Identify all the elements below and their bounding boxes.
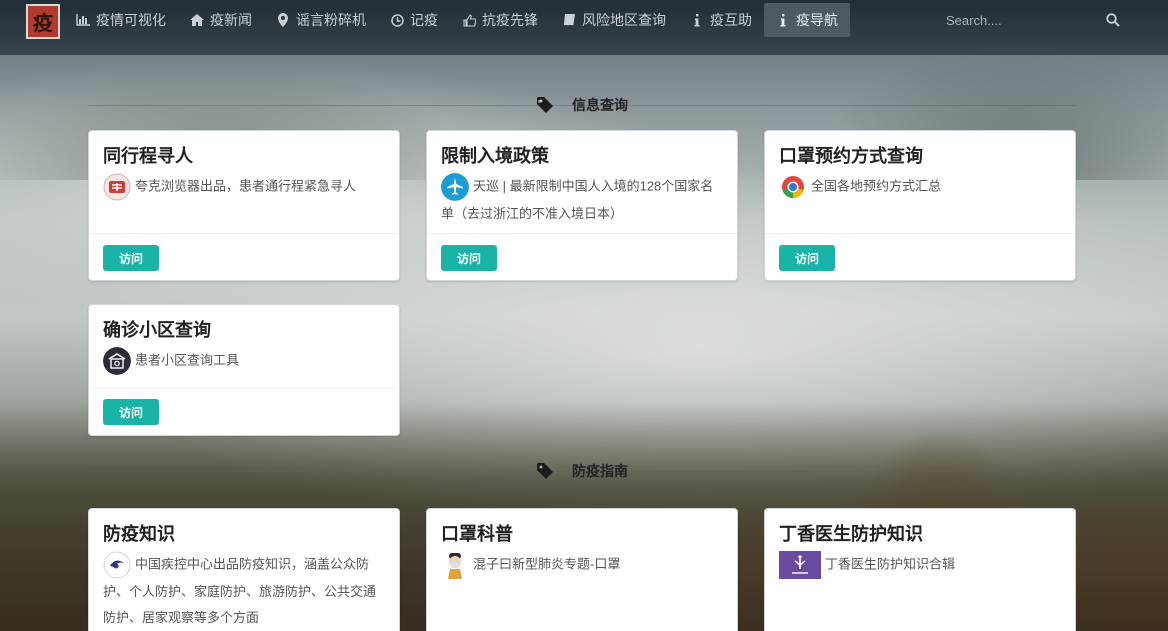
- card-divider: [89, 388, 399, 389]
- nav-item-record[interactable]: 记疫: [378, 3, 450, 37]
- card-description: 丁香医生防护知识合辑: [779, 551, 1061, 579]
- nav-item-news[interactable]: 疫新闻: [178, 3, 264, 37]
- card-desc-text: 夸克浏览器出品，患者通行程紧急寻人: [135, 178, 357, 194]
- section-title-label: 防疫指南: [572, 463, 628, 479]
- nav-label: 疫导航: [796, 13, 838, 29]
- card-desc-text: 混子曰新型肺炎专题-口罩: [473, 556, 621, 572]
- visit-button[interactable]: 访问: [103, 399, 159, 425]
- card-desc-text: 中国疾控中心出品防疫知识，涵盖公众防护、个人防护、家庭防护、旅游防护、公共交通防…: [103, 556, 377, 625]
- map-pin-icon: [276, 13, 290, 27]
- airplane-icon: [441, 173, 469, 201]
- xun-badge-icon: [103, 173, 131, 201]
- card-dxy-protection: 丁香医生防护知识 丁香医生防护知识合辑: [764, 508, 1076, 631]
- site-logo[interactable]: 疫: [26, 4, 60, 39]
- info-icon: [776, 13, 790, 27]
- cdc-logo-icon: [103, 551, 131, 579]
- clock-icon: [390, 13, 404, 27]
- nav-item-pioneer[interactable]: 抗疫先锋: [450, 3, 550, 37]
- top-navbar: 疫 疫情可视化 疫新闻 谣言粉碎机 记疫 抗疫先锋 风险地区查询 疫互助 疫导航…: [0, 0, 1168, 55]
- home-icon: [190, 14, 204, 26]
- nav-label: 疫情可视化: [96, 13, 166, 29]
- card-mask-science: 口罩科普 混子曰新型肺炎专题-口罩: [426, 508, 738, 631]
- nav-label: 疫互助: [710, 13, 752, 29]
- dxy-logo-icon: [779, 551, 821, 579]
- card-desc-text: 患者小区查询工具: [135, 352, 240, 368]
- search-input[interactable]: [936, 12, 1086, 28]
- card-divider: [427, 233, 737, 234]
- thumbs-up-icon: [462, 13, 476, 27]
- search-box: [936, 4, 1126, 36]
- card-title: 限制入境政策: [441, 146, 549, 166]
- logo-glyph: 疫: [33, 11, 53, 35]
- card-title: 口罩预约方式查询: [779, 146, 923, 166]
- card-desc-text: 丁香医生防护知识合辑: [825, 556, 956, 572]
- nav-item-navigation[interactable]: 疫导航: [764, 3, 850, 37]
- card-description: 患者小区查询工具: [103, 347, 385, 375]
- chrome-like-icon: [779, 173, 807, 201]
- card-entry-restriction: 限制入境政策 天巡 | 最新限制中国人入境的128个国家名单（去过浙江的不准入境…: [426, 130, 738, 281]
- visit-button[interactable]: 访问: [779, 245, 835, 271]
- visit-button[interactable]: 访问: [441, 245, 497, 271]
- nav-label: 抗疫先锋: [482, 13, 538, 29]
- card-divider: [765, 233, 1075, 234]
- section-title-label: 信息查询: [572, 97, 628, 113]
- tag-icon: [537, 97, 553, 113]
- card-title: 丁香医生防护知识: [779, 524, 923, 544]
- nav-item-rumor[interactable]: 谣言粉碎机: [264, 3, 378, 37]
- card-prevention-knowledge: 防疫知识 中国疾控中心出品防疫知识，涵盖公众防护、个人防护、家庭防护、旅游防护、…: [88, 508, 400, 631]
- community-icon: [103, 347, 131, 375]
- card-title: 口罩科普: [441, 524, 513, 544]
- nav-item-mutual-help[interactable]: 疫互助: [678, 3, 764, 37]
- nav-label: 疫新闻: [210, 13, 252, 29]
- search-icon[interactable]: [1106, 12, 1120, 27]
- info-icon: [690, 13, 704, 27]
- card-description: 天巡 | 最新限制中国人入境的128个国家名单（去过浙江的不准入境日本）: [441, 173, 723, 227]
- card-description: 中国疾控中心出品防疫知识，涵盖公众防护、个人防护、家庭防护、旅游防护、公共交通防…: [103, 551, 385, 631]
- card-divider: [89, 233, 399, 234]
- section-header-info-query: 信息查询: [88, 95, 1076, 115]
- card-description: 夸克浏览器出品，患者通行程紧急寻人: [103, 173, 385, 201]
- visit-button[interactable]: 访问: [103, 245, 159, 271]
- book-icon: [562, 14, 576, 26]
- tag-icon: [537, 463, 553, 479]
- nav-label: 风险地区查询: [582, 13, 666, 29]
- card-title: 防疫知识: [103, 524, 175, 544]
- nav-label: 谣言粉碎机: [296, 13, 366, 29]
- card-fellow-traveler: 同行程寻人 夸克浏览器出品，患者通行程紧急寻人 访问: [88, 130, 400, 281]
- nav-item-visualization[interactable]: 疫情可视化: [64, 3, 178, 37]
- section-header-prevention-guide: 防疫指南: [88, 461, 1076, 481]
- card-description: 混子曰新型肺炎专题-口罩: [441, 551, 723, 579]
- bar-chart-icon: [76, 14, 90, 26]
- card-desc-text: 天巡 | 最新限制中国人入境的128个国家名单（去过浙江的不准入境日本）: [441, 178, 714, 221]
- card-description: 全国各地预约方式汇总: [779, 173, 1061, 201]
- card-desc-text: 全国各地预约方式汇总: [811, 178, 942, 194]
- card-title: 确诊小区查询: [103, 320, 211, 340]
- cartoon-avatar-icon: [441, 551, 469, 579]
- nav-label: 记疫: [410, 13, 438, 29]
- nav-menu: 疫情可视化 疫新闻 谣言粉碎机 记疫 抗疫先锋 风险地区查询 疫互助 疫导航: [64, 0, 850, 40]
- card-confirmed-community: 确诊小区查询 患者小区查询工具 访问: [88, 304, 400, 436]
- card-title: 同行程寻人: [103, 146, 193, 166]
- nav-item-risk-area[interactable]: 风险地区查询: [550, 3, 678, 37]
- card-mask-reservation: 口罩预约方式查询 全国各地预约方式汇总 访问: [764, 130, 1076, 281]
